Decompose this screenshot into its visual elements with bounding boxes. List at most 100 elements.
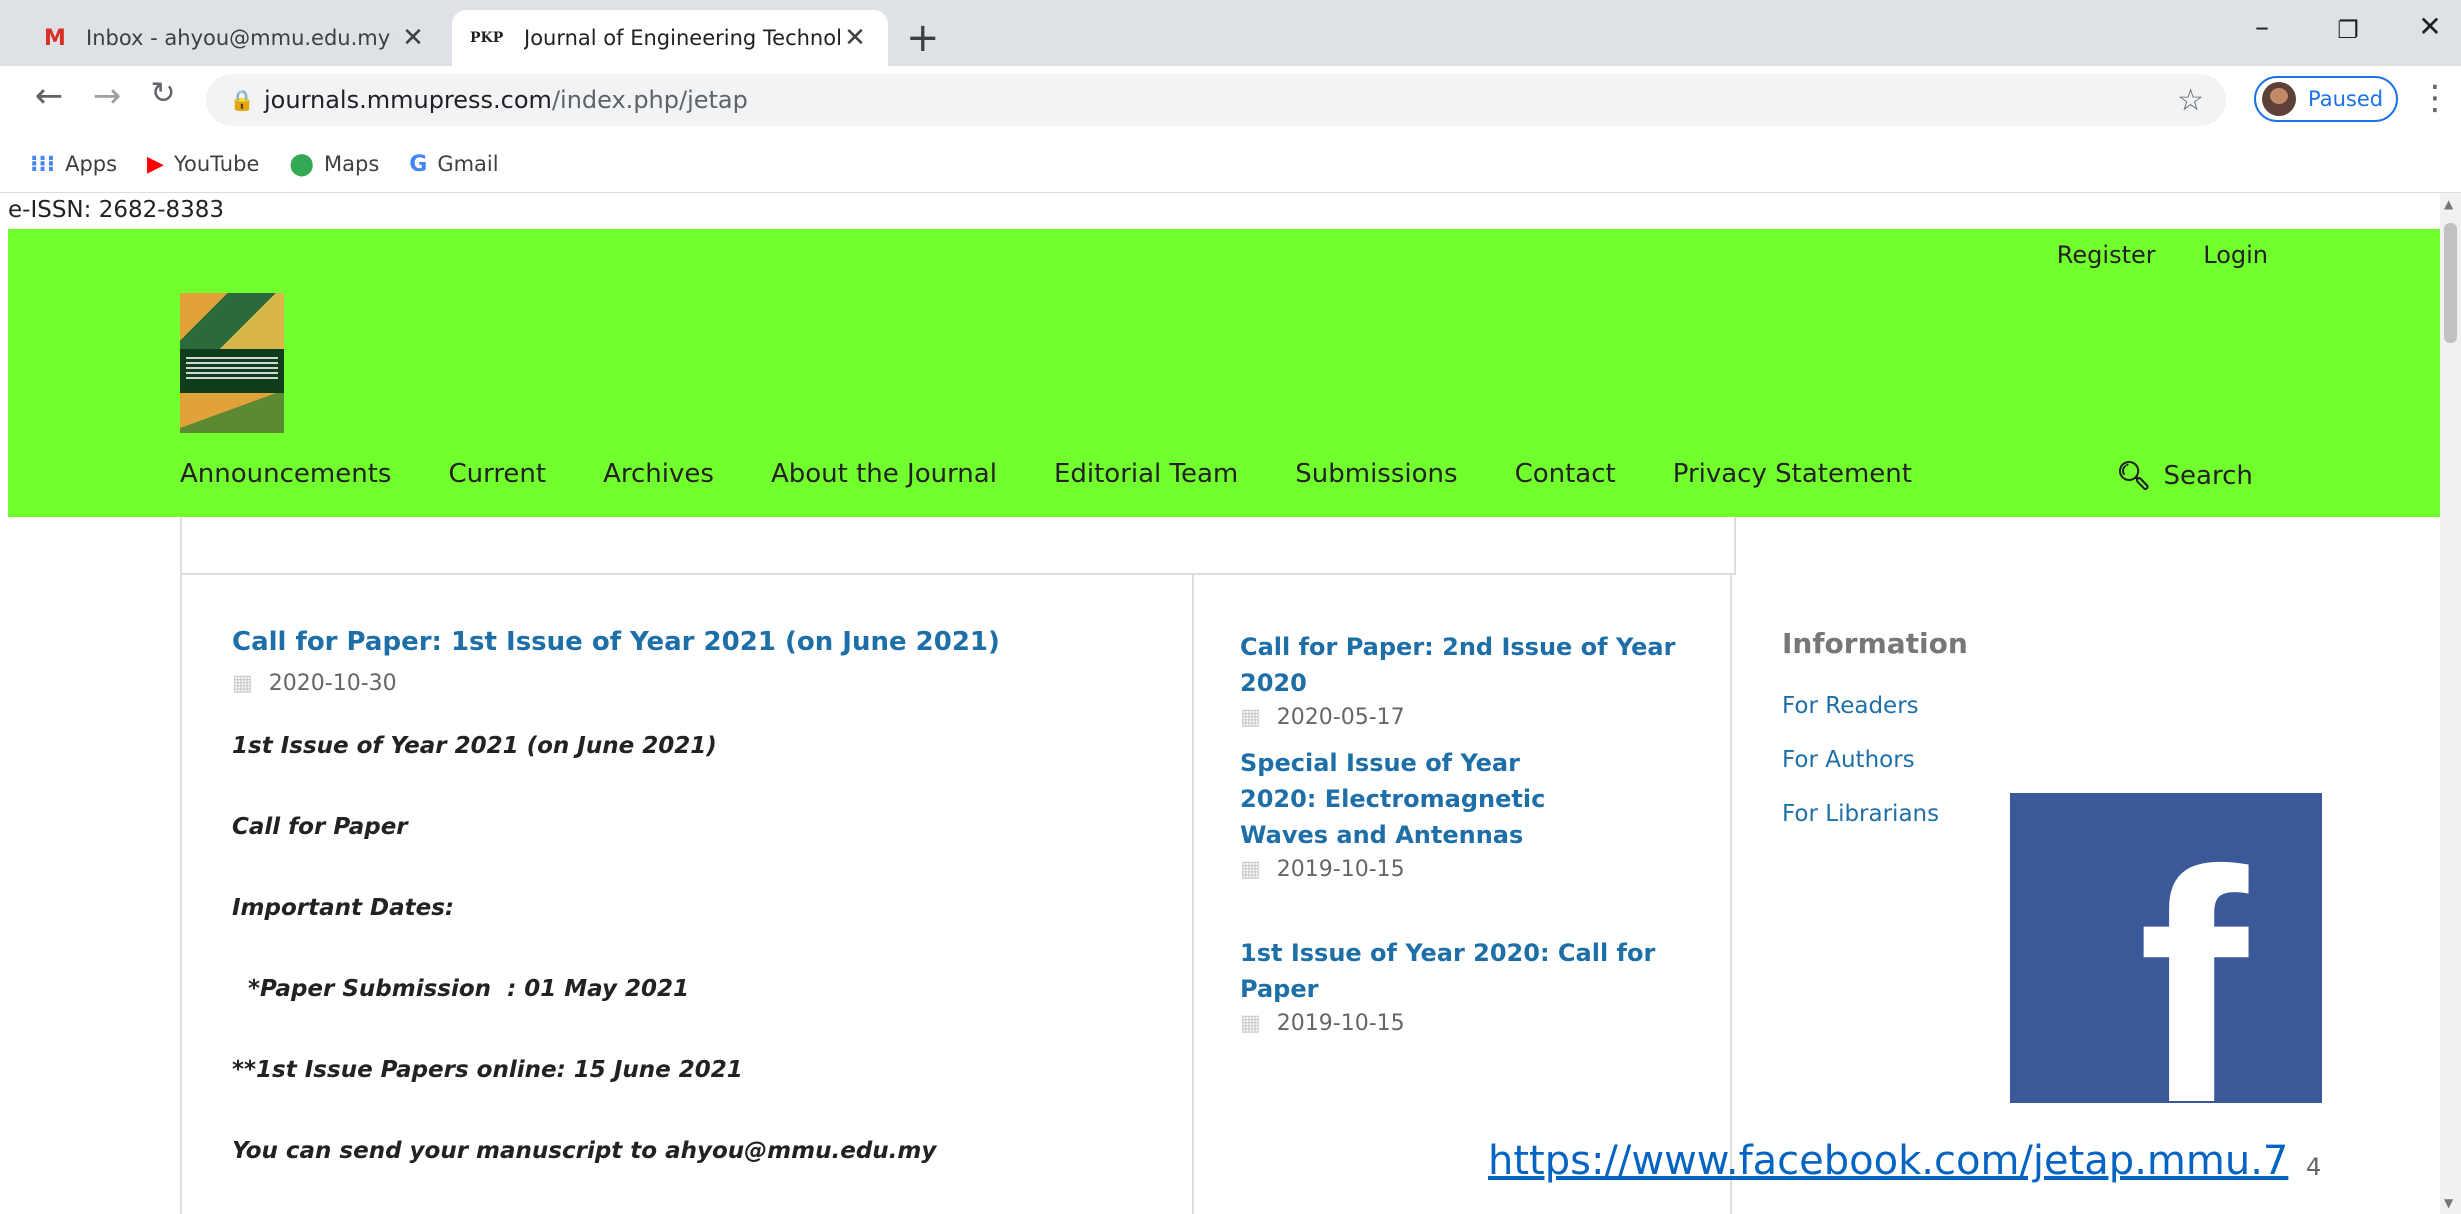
side-announcement-title[interactable]: Special Issue of Year 2020: Electromagne… bbox=[1240, 745, 1600, 853]
profile-button[interactable]: Paused bbox=[2254, 76, 2398, 122]
side-announcement: Call for Paper: 2nd Issue of Year 2020 ▦… bbox=[1240, 629, 1680, 730]
bookmark-label: Maps bbox=[324, 152, 380, 176]
announcement-line: Call for Paper bbox=[232, 814, 408, 840]
date-text: 2019-10-15 bbox=[1276, 1011, 1405, 1036]
logo-art bbox=[180, 293, 284, 349]
bookmarks-bar: ⁝⁝⁝ Apps ▶ YouTube ⬤ Maps G Gmail bbox=[0, 136, 2461, 193]
column-divider bbox=[1730, 573, 1732, 1214]
slide-number: 4 bbox=[2306, 1153, 2322, 1181]
browser-toolbar: ← → ↻ 🔒 journals.mmupress.com/index.php/… bbox=[0, 66, 2461, 136]
logo-text-lines bbox=[186, 357, 278, 379]
logo-band bbox=[180, 393, 284, 433]
tab-strip: M Inbox - ahyou@mmu.edu.my - M ✕ PKP Jou… bbox=[0, 0, 2461, 66]
bookmark-youtube[interactable]: ▶ YouTube bbox=[147, 152, 259, 177]
tab-title: Inbox - ahyou@mmu.edu.my - M bbox=[86, 26, 398, 50]
scrollbar-thumb[interactable] bbox=[2444, 223, 2457, 343]
bookmark-apps[interactable]: ⁝⁝⁝ Apps bbox=[30, 152, 117, 177]
login-link[interactable]: Login bbox=[2203, 241, 2268, 269]
back-icon[interactable]: ← bbox=[24, 76, 74, 116]
url-host: journals.mmupress.com bbox=[264, 86, 552, 114]
tab-journal[interactable]: PKP Journal of Engineering Technolog ✕ bbox=[452, 10, 888, 66]
bookmark-label: Gmail bbox=[437, 152, 499, 176]
bookmark-star-icon[interactable]: ☆ bbox=[2177, 83, 2204, 118]
side-announcement: 1st Issue of Year 2020: Call for Paper ▦… bbox=[1240, 935, 1680, 1036]
close-tab-icon[interactable]: ✕ bbox=[840, 23, 870, 53]
new-tab-icon[interactable]: + bbox=[906, 14, 940, 62]
bookmark-gmail[interactable]: G Gmail bbox=[409, 152, 498, 177]
scroll-up-icon[interactable]: ▲ bbox=[2444, 197, 2453, 211]
calendar-icon: ▦ bbox=[1240, 1011, 1261, 1036]
for-readers-link[interactable]: For Readers bbox=[1782, 693, 1919, 719]
facebook-url-link[interactable]: https://www.facebook.com/jetap.mmu.7 bbox=[1488, 1138, 2288, 1184]
side-announcement-title[interactable]: 1st Issue of Year 2020: Call for Paper bbox=[1240, 935, 1680, 1007]
page-scrollbar[interactable]: ▲ ▼ bbox=[2440, 193, 2461, 1214]
announcement-line: **1st Issue Papers online: 15 June 2021 bbox=[232, 1057, 743, 1083]
bookmark-label: Apps bbox=[65, 152, 118, 176]
announcement-line: Important Dates: bbox=[232, 895, 455, 921]
tab-title: Journal of Engineering Technolog bbox=[524, 26, 840, 50]
forward-icon[interactable]: → bbox=[82, 76, 132, 116]
profile-status: Paused bbox=[2308, 87, 2384, 111]
nav-archives[interactable]: Archives bbox=[603, 459, 714, 489]
site-header: Register Login Announcements Current Arc… bbox=[8, 229, 2440, 517]
calendar-icon: ▦ bbox=[232, 671, 253, 696]
main-navigation: Announcements Current Archives About the… bbox=[180, 459, 1969, 489]
side-announcement: Special Issue of Year 2020: Electromagne… bbox=[1240, 745, 1600, 882]
nav-editorial-team[interactable]: Editorial Team bbox=[1054, 459, 1238, 489]
nav-contact[interactable]: Contact bbox=[1515, 459, 1616, 489]
register-link[interactable]: Register bbox=[2057, 241, 2156, 269]
maps-icon: ⬤ bbox=[289, 151, 314, 177]
address-bar[interactable]: 🔒 journals.mmupress.com/index.php/jetap … bbox=[206, 74, 2226, 126]
search-link[interactable]: 🔍︎ Search bbox=[2116, 459, 2253, 492]
nav-announcements[interactable]: Announcements bbox=[180, 459, 391, 489]
close-window-icon[interactable]: ✕ bbox=[2400, 10, 2460, 43]
date-text: 2020-05-17 bbox=[1276, 705, 1405, 730]
announcement-title[interactable]: Call for Paper: 1st Issue of Year 2021 (… bbox=[232, 627, 1000, 657]
date-text: 2019-10-15 bbox=[1276, 857, 1405, 882]
url-path: /index.php/jetap bbox=[551, 86, 748, 114]
reload-icon[interactable]: ↻ bbox=[138, 76, 188, 111]
search-label: Search bbox=[2163, 460, 2253, 491]
menu-icon[interactable]: ⋮ bbox=[2418, 78, 2452, 118]
close-tab-icon[interactable]: ✕ bbox=[398, 23, 428, 53]
calendar-icon: ▦ bbox=[1240, 705, 1261, 730]
gmail-favicon-icon: M bbox=[44, 25, 66, 51]
calendar-icon: ▦ bbox=[1240, 857, 1261, 882]
avatar bbox=[2262, 82, 2296, 116]
user-links: Register Login bbox=[2017, 241, 2268, 269]
announcement-line: 1st Issue of Year 2021 (on June 2021) bbox=[232, 733, 717, 759]
announcement-line: *Paper Submission : 01 May 2021 bbox=[232, 976, 690, 1002]
facebook-icon: f bbox=[2138, 802, 2248, 1171]
facebook-logo[interactable]: f bbox=[2010, 793, 2322, 1152]
content-top-box bbox=[180, 517, 1736, 575]
search-icon: 🔍︎ bbox=[2116, 459, 2152, 492]
nav-privacy[interactable]: Privacy Statement bbox=[1673, 459, 1912, 489]
announcement-line: You can send your manuscript to ahyou@mm… bbox=[232, 1138, 937, 1164]
issn-text: e-ISSN: 2682-8383 bbox=[8, 197, 225, 223]
nav-about[interactable]: About the Journal bbox=[771, 459, 997, 489]
side-announcement-date: ▦ 2019-10-15 bbox=[1240, 1011, 1680, 1036]
gmail-icon: G bbox=[409, 151, 428, 177]
bookmark-maps[interactable]: ⬤ Maps bbox=[289, 152, 379, 177]
announcement-date: ▦ 2020-10-30 bbox=[232, 671, 397, 696]
youtube-icon: ▶ bbox=[147, 151, 164, 177]
restore-icon[interactable]: ❐ bbox=[2318, 16, 2378, 44]
information-heading: Information bbox=[1782, 627, 1968, 660]
minimize-icon[interactable]: – bbox=[2232, 10, 2292, 43]
nav-current[interactable]: Current bbox=[448, 459, 546, 489]
nav-submissions[interactable]: Submissions bbox=[1295, 459, 1457, 489]
side-announcement-date: ▦ 2019-10-15 bbox=[1240, 857, 1600, 882]
bookmark-label: YouTube bbox=[173, 152, 260, 176]
date-text: 2020-10-30 bbox=[268, 671, 397, 696]
scroll-down-icon[interactable]: ▼ bbox=[2444, 1196, 2453, 1210]
lock-icon[interactable]: 🔒 bbox=[220, 88, 264, 112]
for-authors-link[interactable]: For Authors bbox=[1782, 747, 1915, 773]
journal-logo[interactable] bbox=[180, 293, 284, 433]
side-announcement-title[interactable]: Call for Paper: 2nd Issue of Year 2020 bbox=[1240, 629, 1680, 701]
pkp-favicon-icon: PKP bbox=[470, 30, 504, 46]
apps-icon: ⁝⁝⁝ bbox=[30, 151, 56, 177]
tab-gmail[interactable]: M Inbox - ahyou@mmu.edu.my - M ✕ bbox=[26, 10, 446, 66]
side-announcement-date: ▦ 2020-05-17 bbox=[1240, 705, 1680, 730]
announcement-column bbox=[180, 573, 1194, 1214]
for-librarians-link[interactable]: For Librarians bbox=[1782, 801, 1939, 827]
